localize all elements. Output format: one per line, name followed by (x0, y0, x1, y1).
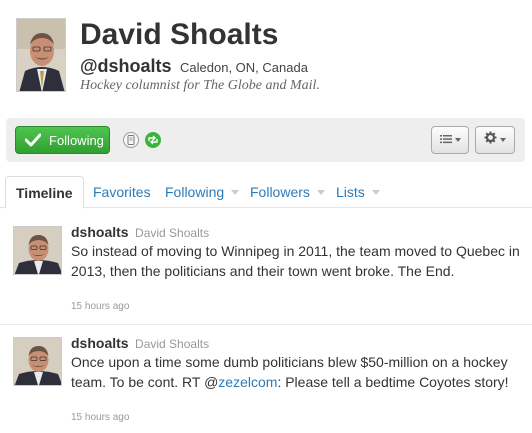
tab-label: Timeline (16, 184, 73, 201)
tab-label: Following (165, 184, 225, 200)
following-button[interactable]: Following (15, 126, 110, 154)
profile-location: Caledon, ON, Canada (180, 60, 308, 75)
list-icon (439, 131, 452, 149)
tweet-screen-name[interactable]: dshoalts (71, 224, 129, 240)
tweet-header: dshoalts David Shoalts (71, 224, 209, 242)
action-bar: Following (6, 118, 525, 162)
chevron-down-icon (371, 189, 380, 195)
tab-lists[interactable]: Lists (336, 176, 380, 208)
profile-name: David Shoalts (80, 18, 279, 51)
mention-link[interactable]: zezelcom (218, 374, 277, 390)
settings-menu-button[interactable] (475, 126, 515, 154)
tweet-timestamp[interactable]: 15 hours ago (71, 412, 129, 423)
tweet-full-name[interactable]: David Shoalts (135, 226, 209, 240)
tab-timeline[interactable]: Timeline (5, 176, 84, 209)
chevron-down-icon (231, 189, 240, 195)
chevron-down-icon (500, 138, 506, 142)
handle-row: @dshoalts Caledon, ON, Canada (80, 56, 308, 77)
tweet-text: So instead of moving to Winnipeg in 2011… (71, 243, 520, 279)
tweet-divider (0, 324, 532, 325)
mobile-device-icon[interactable] (123, 132, 139, 148)
retweet-icon[interactable] (145, 132, 161, 148)
tweet-text-part: : Please tell a bedtime Coyotes story! (277, 374, 509, 390)
tab-followers[interactable]: Followers (250, 176, 325, 208)
avatar[interactable] (13, 226, 62, 275)
profile-bio: Hockey columnist for The Globe and Mail. (80, 78, 320, 93)
profile-handle: @dshoalts (80, 56, 172, 76)
tab-label: Lists (336, 184, 365, 200)
following-button-label: Following (49, 132, 104, 148)
tweet-full-name[interactable]: David Shoalts (135, 337, 209, 351)
tab-label: Favorites (93, 184, 151, 200)
chevron-down-icon (316, 189, 325, 195)
profile-header: David Shoalts @dshoalts Caledon, ON, Can… (16, 18, 516, 94)
tab-following[interactable]: Following (165, 176, 240, 208)
profile-tabs: Timeline Favorites Following Followers L… (0, 176, 532, 209)
tab-favorites[interactable]: Favorites (93, 176, 151, 208)
tweet-timestamp[interactable]: 15 hours ago (71, 301, 129, 312)
checkmark-icon (25, 133, 41, 147)
list-menu-button[interactable] (431, 126, 469, 154)
avatar[interactable] (16, 18, 66, 92)
avatar[interactable] (13, 337, 62, 386)
tweet-header: dshoalts David Shoalts (71, 335, 209, 353)
chevron-down-icon (454, 138, 461, 142)
gear-icon (484, 131, 497, 149)
tab-label: Followers (250, 184, 310, 200)
tweet-screen-name[interactable]: dshoalts (71, 335, 129, 351)
tweet-text: Once upon a time some dumb politicians b… (71, 352, 521, 392)
